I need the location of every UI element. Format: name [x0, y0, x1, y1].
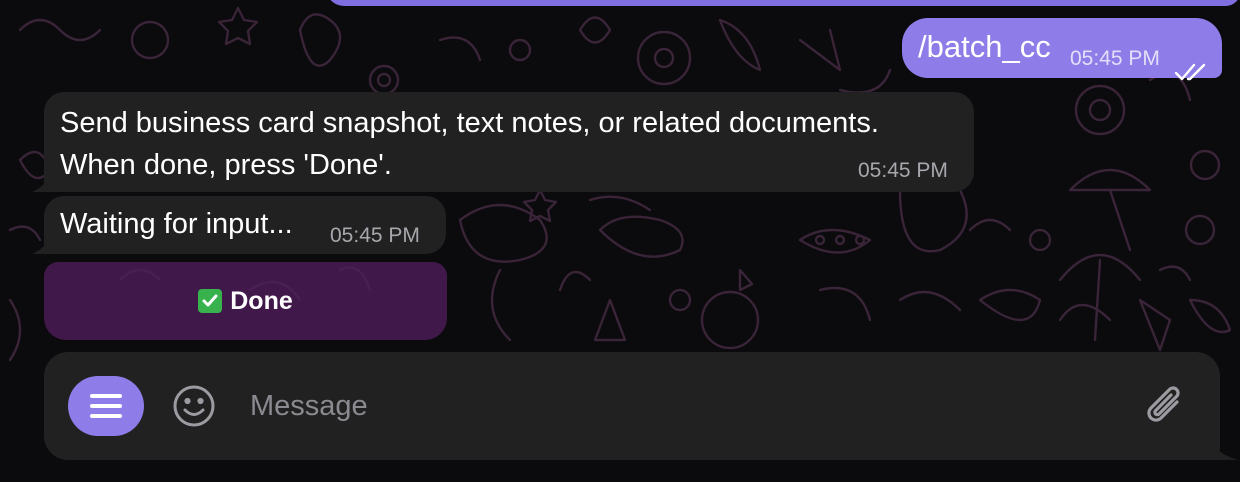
message-text: /batch_cc: [918, 29, 1051, 64]
smiley-icon[interactable]: [172, 384, 216, 428]
incoming-message[interactable]: Waiting for input... 05:45 PM: [44, 196, 446, 254]
message-time: 05:45 PM: [858, 159, 948, 182]
previous-message-bubble: [326, 0, 1240, 6]
outgoing-message[interactable]: /batch_cc 05:45 PM: [902, 18, 1222, 81]
hamburger-menu-icon: [90, 394, 122, 398]
message-line: Send business card snapshot, text notes,…: [60, 107, 879, 139]
incoming-message[interactable]: Send business card snapshot, text notes,…: [44, 92, 974, 192]
message-input[interactable]: [250, 382, 1130, 430]
message-time: 05:45 PM: [1070, 47, 1160, 70]
message-composer: [44, 352, 1220, 460]
message-text: Send business card snapshot, text notes,…: [60, 102, 879, 186]
message-time: 05:45 PM: [330, 224, 420, 247]
done-button-label: Done: [230, 286, 293, 315]
bot-menu-button[interactable]: [68, 376, 144, 436]
check-mark-button-icon: [198, 289, 223, 313]
message-line: When done, press 'Done'.: [60, 149, 392, 181]
paperclip-icon[interactable]: [1144, 382, 1190, 432]
double-check-icon: [1174, 63, 1206, 81]
message-text: Waiting for input...: [60, 208, 293, 240]
done-button[interactable]: Done: [44, 262, 447, 340]
